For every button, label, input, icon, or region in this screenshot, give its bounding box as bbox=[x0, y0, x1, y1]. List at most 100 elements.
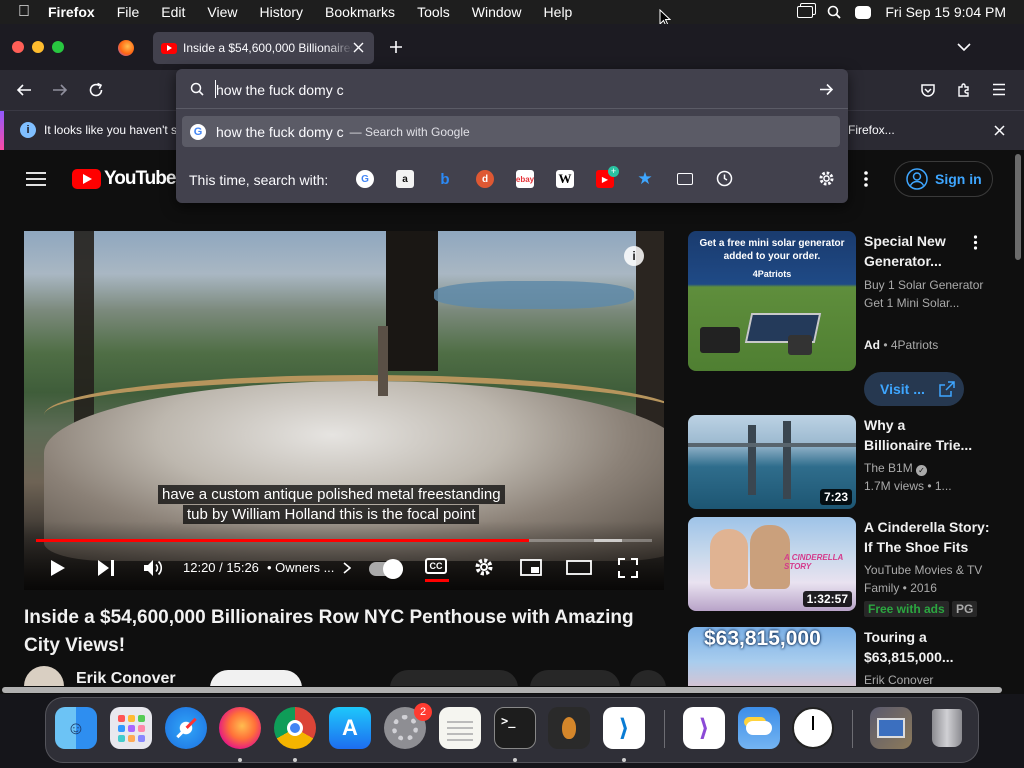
urlbar-input[interactable]: how the fuck domy c bbox=[216, 82, 344, 98]
finder-icon[interactable]: ☺ bbox=[55, 707, 97, 749]
menu-window[interactable]: Window bbox=[472, 4, 522, 20]
tab-active[interactable]: Inside a $54,600,000 Billionaires Row NY… bbox=[153, 32, 374, 64]
sign-in-button[interactable]: Sign in bbox=[894, 161, 993, 197]
reco-meta-1: 1.7M views • 1... bbox=[864, 479, 952, 493]
ad-more-options-icon[interactable] bbox=[973, 235, 978, 250]
menu-firefox[interactable]: Firefox bbox=[48, 4, 95, 20]
volume-icon[interactable] bbox=[143, 558, 163, 578]
menu-help[interactable]: Help bbox=[544, 4, 573, 20]
video-player[interactable]: i have a custom antique polished metal f… bbox=[24, 231, 664, 590]
google-shortcut-icon[interactable]: G bbox=[356, 170, 374, 188]
apple-icon[interactable]:  bbox=[18, 3, 30, 21]
menu-history[interactable]: History bbox=[259, 4, 303, 20]
reco-title-2[interactable]: A Cinderella Story: If The Shoe Fits bbox=[864, 517, 994, 557]
horizontal-scrollbar-thumb[interactable] bbox=[2, 687, 1002, 693]
reco-channel-2[interactable]: YouTube Movies & TV bbox=[864, 561, 994, 579]
firefox-view-icon[interactable] bbox=[118, 40, 134, 56]
clock-datetime[interactable]: Fri Sep 15 9:04 PM bbox=[885, 4, 1006, 20]
back-arrow-icon[interactable] bbox=[16, 82, 32, 98]
extensions-puzzle-icon[interactable] bbox=[956, 82, 972, 98]
reco-title-3[interactable]: Touring a $63,815,000... bbox=[864, 627, 994, 667]
like-dislike-button[interactable] bbox=[390, 670, 518, 686]
menu-file[interactable]: File bbox=[117, 4, 140, 20]
search-suggestion-row[interactable]: G how the fuck domy c — Search with Goog… bbox=[182, 116, 840, 147]
spotlight-search-icon[interactable] bbox=[827, 5, 842, 19]
app-menu-hamburger-icon[interactable] bbox=[992, 83, 1006, 96]
firefox-dock-icon[interactable] bbox=[219, 707, 261, 749]
reload-icon[interactable] bbox=[88, 82, 104, 98]
autoplay-toggle[interactable] bbox=[369, 559, 403, 579]
menu-bookmarks[interactable]: Bookmarks bbox=[325, 4, 395, 20]
more-actions-button[interactable] bbox=[630, 670, 666, 686]
bing-shortcut-icon[interactable]: b bbox=[436, 170, 454, 188]
channel-name[interactable]: Erik Conover bbox=[76, 670, 176, 686]
vscode-icon[interactable]: ⟩ bbox=[603, 707, 645, 749]
share-button[interactable] bbox=[530, 670, 620, 686]
miniplayer-icon[interactable] bbox=[520, 559, 542, 576]
notification-action-button[interactable]: Firefox... bbox=[848, 123, 895, 137]
history-clock-shortcut-icon[interactable] bbox=[716, 170, 733, 187]
trash-icon[interactable] bbox=[926, 707, 968, 749]
menu-view[interactable]: View bbox=[207, 4, 237, 20]
list-all-tabs-chevron-down-icon[interactable] bbox=[957, 42, 971, 52]
window-minimize-button[interactable] bbox=[32, 41, 44, 53]
ebay-shortcut-icon[interactable]: ebay bbox=[516, 170, 534, 188]
ad-thumbnail[interactable]: Get a free mini solar generator added to… bbox=[688, 231, 856, 371]
fullscreen-icon[interactable] bbox=[618, 558, 638, 578]
more-options-vertical-icon[interactable] bbox=[863, 170, 869, 188]
close-tab-icon[interactable] bbox=[353, 42, 364, 53]
screen-mirror-icon[interactable] bbox=[797, 6, 814, 18]
window-close-button[interactable] bbox=[12, 41, 24, 53]
visual-studio-icon[interactable]: ⟩ bbox=[683, 707, 725, 749]
reco-thumbnail-2[interactable]: A CINDERELLA STORY 1:32:57 bbox=[688, 517, 856, 611]
play-button-icon[interactable] bbox=[50, 559, 66, 577]
go-arrow-icon[interactable] bbox=[819, 83, 834, 96]
launchpad-icon[interactable] bbox=[110, 707, 152, 749]
vertical-scrollbar-thumb[interactable] bbox=[1015, 154, 1021, 260]
tabs-shortcut-icon[interactable] bbox=[676, 170, 694, 188]
channel-avatar[interactable] bbox=[24, 666, 64, 686]
reco-channel-1[interactable]: The B1M ✓ bbox=[864, 459, 994, 477]
menu-edit[interactable]: Edit bbox=[161, 4, 185, 20]
theater-mode-icon[interactable] bbox=[566, 560, 592, 575]
chapter-chevron-right-icon[interactable] bbox=[343, 562, 351, 574]
chapter-title-button[interactable]: • Owners ... bbox=[267, 560, 334, 575]
reco-thumbnail-1[interactable]: 7:23 bbox=[688, 415, 856, 509]
garageband-icon[interactable] bbox=[548, 707, 590, 749]
close-notification-icon[interactable] bbox=[994, 125, 1005, 136]
reco-thumbnail-3[interactable]: $63,815,000 bbox=[688, 627, 856, 686]
youtube-logo[interactable]: YouTube bbox=[72, 168, 176, 190]
vertical-scrollbar[interactable] bbox=[1012, 150, 1024, 686]
horizontal-scrollbar[interactable] bbox=[0, 686, 1012, 694]
amazon-shortcut-icon[interactable]: a bbox=[396, 170, 414, 188]
terminal-icon[interactable]: >_ bbox=[494, 707, 536, 749]
downloads-stack-icon[interactable] bbox=[870, 707, 912, 749]
subscribe-button[interactable] bbox=[210, 670, 302, 686]
control-center-icon[interactable] bbox=[855, 5, 872, 19]
weather-icon[interactable] bbox=[738, 707, 780, 749]
chrome-icon[interactable] bbox=[274, 707, 316, 749]
ad-thumb-brand: 4Patriots bbox=[752, 269, 792, 279]
search-settings-gear-icon[interactable] bbox=[818, 170, 835, 187]
safari-icon[interactable] bbox=[165, 707, 207, 749]
bookmarks-star-shortcut-icon[interactable]: ★ bbox=[636, 169, 654, 188]
app-store-icon[interactable]: A bbox=[329, 707, 371, 749]
menu-tools[interactable]: Tools bbox=[417, 4, 450, 20]
textedit-icon[interactable] bbox=[439, 707, 481, 749]
video-info-icon[interactable]: i bbox=[624, 246, 644, 266]
pocket-icon[interactable] bbox=[920, 82, 936, 98]
new-tab-icon[interactable] bbox=[389, 40, 403, 54]
guide-menu-hamburger-icon[interactable] bbox=[26, 172, 46, 186]
ad-visit-button[interactable]: Visit ... bbox=[864, 372, 964, 406]
window-zoom-button[interactable] bbox=[52, 41, 64, 53]
subtitles-cc-button[interactable]: CC bbox=[425, 558, 447, 574]
duckduckgo-shortcut-icon[interactable]: d bbox=[476, 170, 494, 188]
reco-title-1[interactable]: Why a Billionaire Trie... bbox=[864, 415, 974, 455]
wikipedia-shortcut-icon[interactable]: W bbox=[556, 170, 574, 188]
reco-channel-3[interactable]: Erik Conover bbox=[864, 671, 994, 686]
next-video-icon[interactable] bbox=[97, 559, 115, 577]
settings-gear-icon[interactable] bbox=[474, 557, 494, 577]
progress-bar[interactable] bbox=[36, 539, 652, 542]
forward-arrow-icon[interactable] bbox=[52, 82, 68, 98]
clock-app-icon[interactable] bbox=[792, 707, 834, 749]
